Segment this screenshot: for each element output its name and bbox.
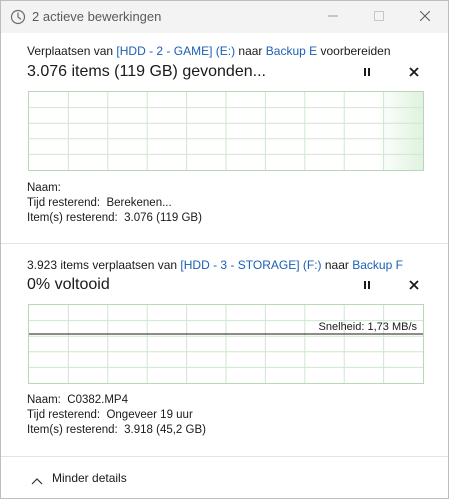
operation-1-description: Verplaatsen van [HDD - 2 - GAME] (E:) na… [27,44,391,58]
operation-1-items-row: Item(s) resterend: 3.076 (119 GB) [27,211,202,226]
name-label: Naam: [27,182,61,194]
close-icon [409,277,419,295]
minimize-button[interactable] [310,1,356,33]
items-remaining-label: Item(s) resterend: [27,212,118,224]
operation-2-status: 0% voltooid [27,276,110,293]
window-title: 2 actieve bewerkingen [32,9,162,24]
time-remaining-label: Tijd resterend: [27,409,101,421]
operation-1-status: 3.076 items (119 GB) gevonden... [27,63,266,80]
operation-1-pause-button[interactable] [357,63,377,83]
clock-icon [10,9,26,25]
file-operation-window: 2 actieve bewerkingen Verplaatsen van [H… [0,0,449,499]
time-remaining-value: Berekenen... [106,197,172,209]
operation-1-middle: naar [235,44,266,58]
minimize-icon [328,8,338,26]
items-remaining-value: 3.076 (119 GB) [124,212,202,224]
operation-2-description: 3.923 items verplaatsen van [HDD - 3 - S… [27,258,403,272]
operation-2-items-row: Item(s) resterend: 3.918 (45,2 GB) [27,423,206,438]
operation-2-source-link[interactable]: [HDD - 3 - STORAGE] (F:) [180,258,321,272]
close-icon [409,64,419,82]
operation-1-name-row: Naam: [27,181,202,196]
fewer-details-label: Minder details [52,471,127,485]
operation-2-details: Naam: C0382.MP4 Tijd resterend: Ongeveer… [27,393,206,438]
operation-1-graph-grid [29,92,423,170]
operation-1-details: Naam: Tijd resterend: Berekenen... Item(… [27,181,202,226]
time-remaining-label: Tijd resterend: [27,197,101,209]
operation-2-name-row: Naam: C0382.MP4 [27,393,206,408]
operation-2-cancel-button[interactable] [404,276,424,296]
operation-2-prefix: 3.923 items verplaatsen van [27,258,181,272]
time-remaining-value: Ongeveer 19 uur [106,409,193,421]
close-button[interactable] [402,1,448,33]
operation-2-destination-link[interactable]: Backup F [352,258,403,272]
chevron-up-icon [31,472,43,490]
name-label: Naam: [27,394,61,406]
operation-1-source-link[interactable]: [HDD - 2 - GAME] (E:) [116,44,235,58]
items-remaining-value: 3.918 (45,2 GB) [124,424,206,436]
pause-icon [362,277,372,295]
operation-1-cancel-button[interactable] [404,63,424,83]
items-remaining-label: Item(s) resterend: [27,424,118,436]
operation-1-prefix: Verplaatsen van [27,44,117,58]
title-bar[interactable]: 2 actieve bewerkingen [1,1,448,33]
maximize-icon [374,8,384,26]
operation-2-middle: naar [321,258,353,272]
operation-1-speed-graph [28,91,424,171]
operation-2-speed-graph: Snelheid: 1,73 MB/s [28,304,424,384]
operation-divider [1,243,448,244]
name-value: C0382.MP4 [67,394,128,406]
operation-1-time-row: Tijd resterend: Berekenen... [27,196,202,211]
operation-1-suffix: voorbereiden [317,44,391,58]
fewer-details-button[interactable]: Minder details [1,457,448,498]
maximize-button[interactable] [356,1,402,33]
pause-icon [362,64,372,82]
operation-2-pause-button[interactable] [357,276,377,296]
operation-2-time-row: Tijd resterend: Ongeveer 19 uur [27,408,206,423]
operation-2-graph-grid: Snelheid: 1,73 MB/s [29,305,423,383]
operation-1-destination-link[interactable]: Backup E [266,44,317,58]
operation-2-speed-label: Snelheid: 1,73 MB/s [319,321,418,333]
close-icon [419,8,431,26]
